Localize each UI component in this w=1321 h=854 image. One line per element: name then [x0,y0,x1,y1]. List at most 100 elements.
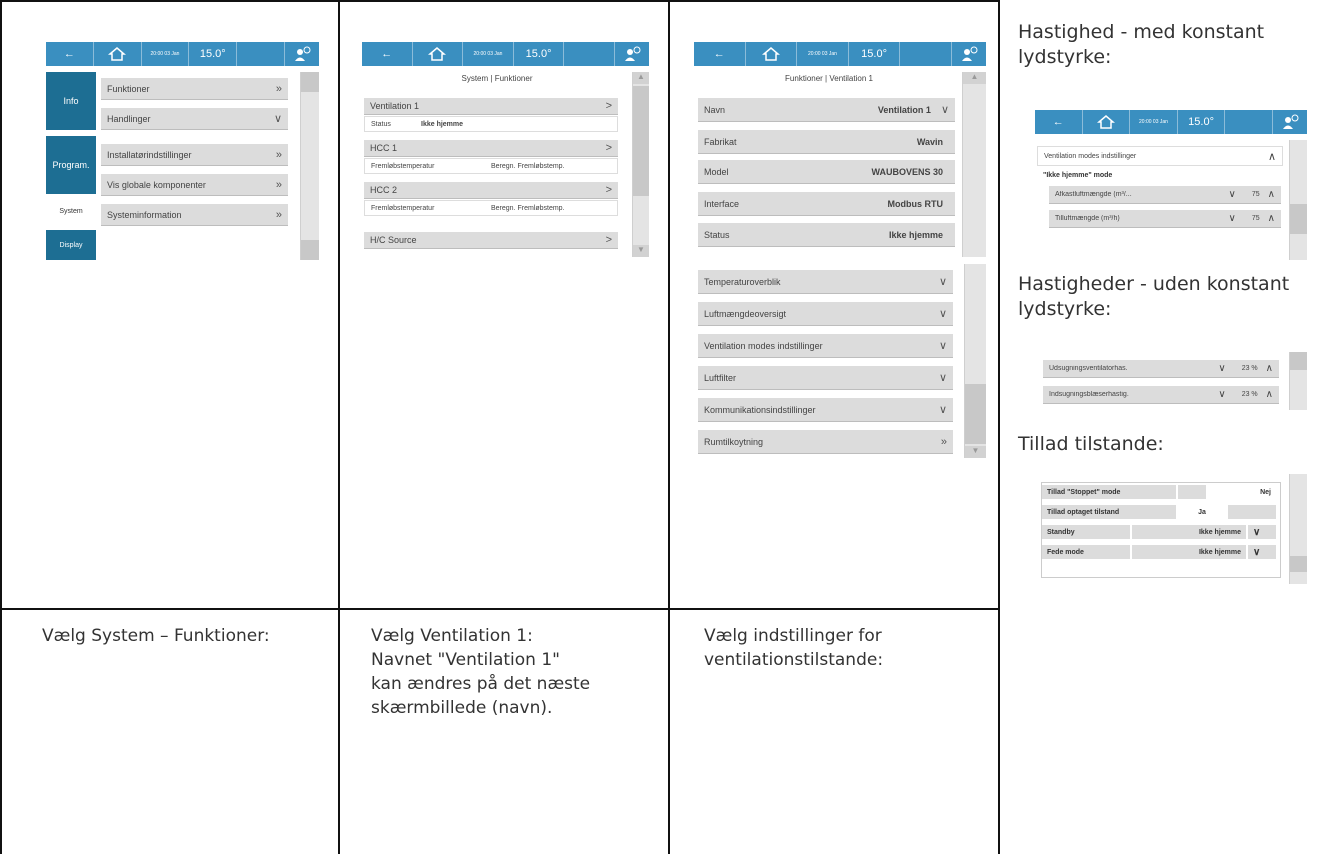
group-hcc-1[interactable]: HCC 1 > [364,140,618,157]
field-interface: Interface Modbus RTU [698,192,955,216]
scrollbar-thumb[interactable] [1290,556,1307,572]
section-label: Luftmængdeoversigt [704,308,787,319]
home-button[interactable] [1083,110,1131,134]
scroll-down-arrow[interactable]: ▼ [965,446,986,458]
side-heading-3: Tillad tilstande: [1018,433,1164,455]
caption-step-3: Vælg indstillinger for ventilationstilst… [704,624,883,672]
group-title: H/C Source [370,235,417,245]
mode-row[interactable]: Tillad optaget tilstand Ja [1042,505,1280,521]
back-button[interactable]: ← [46,42,94,66]
scrollbar-thumb[interactable] [1290,352,1307,370]
section-rumtilkoytning[interactable]: Rumtilkoytning » [698,430,953,454]
table-top-border [0,0,1000,2]
mode-row[interactable]: Tillad "Stoppet" mode Nej [1042,485,1280,501]
increase-button[interactable]: ∧ [1266,389,1273,400]
decrease-button[interactable]: ∨ [1218,389,1225,400]
group-hcc-2[interactable]: HCC 2 > [364,182,618,199]
back-button[interactable]: ← [362,42,413,66]
menu-item-label: Handlinger [107,113,151,124]
mode-row[interactable]: Fede mode Ikke hjemme ∨ [1042,545,1280,561]
section-ventilation-modes[interactable]: Ventilation modes indstillinger ∨ [698,334,953,358]
caption-line: kan ændres på det næste [371,674,591,694]
decrease-button[interactable]: ∨ [1229,189,1236,200]
date-display: 20:00 03 Jan [463,42,514,66]
scroll-down-arrow[interactable]: ▼ [633,245,649,257]
home-button[interactable] [413,42,464,66]
section-label: Ventilation modes indstillinger [704,340,823,351]
increase-button[interactable]: ∧ [1268,189,1275,200]
scrollbar[interactable] [1289,474,1307,584]
decrease-button[interactable]: ∨ [1218,363,1225,374]
fan-row[interactable]: Indsugningsblæserhastig. ∨ 23 % ∧ [1043,386,1279,404]
menu-item-handlinger[interactable]: Handlinger ∨ [101,108,288,130]
scrollbar-top[interactable]: ▲ [962,72,986,257]
left-menu-program[interactable]: Program. [46,136,96,194]
table-col-border-0 [0,0,2,854]
menu-item-systeminformation[interactable]: Systeminformation » [101,204,288,226]
group-hc-source[interactable]: H/C Source > [364,232,618,249]
left-menu-display[interactable]: Display [46,230,96,260]
chevron-down-icon[interactable]: ∨ [1248,545,1278,561]
home-button[interactable] [746,42,798,66]
field-value: WAUBOVENS 30 [871,166,943,177]
top-bar: ← 20:00 03 Jan 15.0° [1035,110,1307,134]
left-menu-info[interactable]: Info [46,72,96,130]
row-label: Tillad optaget tilstand [1042,505,1178,521]
scroll-up-arrow[interactable]: ▲ [633,72,649,84]
row-value: Nej [1208,485,1278,501]
menu-item-globale-komponenter[interactable]: Vis globale komponenter » [101,174,288,196]
user-button[interactable] [1273,110,1307,134]
section-luftmaengdeoversigt[interactable]: Luftmængdeoversigt ∨ [698,302,953,326]
group-row: Fremløbstemperatur Beregn. Fremløbstemp. [364,158,618,174]
caption-line: Navnet "Ventilation 1" [371,650,560,670]
field-navn[interactable]: Navn Ventilation 1 ∨ [698,98,955,122]
row-value: 23 % [1241,365,1258,372]
fan-row[interactable]: Udsugningsventilatorhas. ∨ 23 % ∧ [1043,360,1279,378]
screen-header: System | Funktioner [461,74,533,83]
user-button[interactable] [285,42,319,66]
scroll-up-arrow[interactable]: ▲ [963,72,986,84]
user-button[interactable] [952,42,986,66]
scrollbar[interactable] [1289,352,1307,410]
user-button[interactable] [615,42,649,66]
increase-button[interactable]: ∧ [1266,363,1273,374]
field-value: Ventilation 1 [877,104,931,115]
menu-item-installatorindstillinger[interactable]: Installatørindstillinger » [101,144,288,166]
home-button[interactable] [94,42,142,66]
section-label: Temperaturoverblik [704,276,781,287]
date-display: 20:00 03 Jan [797,42,849,66]
scrollbar[interactable] [1289,140,1307,260]
temperature-display: 15.0° [849,42,901,66]
home-icon [761,47,780,61]
scrollbar[interactable] [300,72,319,260]
chevron-down-icon[interactable]: ∨ [1248,525,1278,541]
section-kommunikation[interactable]: Kommunikationsindstillinger ∨ [698,398,953,422]
airflow-row[interactable]: Tilluftmængde (m³/h) ∨ 75 ∧ [1049,210,1281,228]
scrollbar-thumb[interactable] [633,86,649,196]
back-button[interactable]: ← [1035,110,1083,134]
group-ventilation-1[interactable]: Ventilation 1 > [364,98,618,115]
section-temperaturoverblik[interactable]: Temperaturoverblik ∨ [698,270,953,294]
chevron-down-icon: ∨ [940,104,949,116]
scrollbar-thumb[interactable] [965,384,986,444]
menu-item-funktioner[interactable]: Funktioner » [101,78,288,100]
screen-header: Funktioner | Ventilation 1 [785,74,873,83]
scrollbar-thumb[interactable] [1290,204,1307,234]
row-label: Afkastluftmængde (m³/... [1055,191,1132,198]
decrease-button[interactable]: ∨ [1229,213,1236,224]
scrollbar-bottom[interactable]: ▼ [964,264,986,458]
scrollbar[interactable]: ▲ ▼ [632,72,649,257]
scrollbar-top-cap[interactable] [301,72,319,92]
group-title: Ventilation 1 [370,101,420,111]
row-label: Indsugningsblæserhastig. [1049,391,1129,398]
left-menu-system[interactable]: System [46,196,96,226]
section-header[interactable]: Ventilation modes indstillinger ∧ [1037,146,1283,166]
scrollbar-bottom-cap[interactable] [301,240,319,260]
screenshot-system-menu: ← 20:00 03 Jan 15.0° Info Program. Syste… [46,42,319,260]
section-luftfilter[interactable]: Luftfilter ∨ [698,366,953,390]
chevron-right-icon: > [605,234,612,246]
increase-button[interactable]: ∧ [1268,213,1275,224]
airflow-row[interactable]: Afkastluftmængde (m³/... ∨ 75 ∧ [1049,186,1281,204]
back-button[interactable]: ← [694,42,746,66]
mode-row[interactable]: Standby Ikke hjemme ∨ [1042,525,1280,541]
